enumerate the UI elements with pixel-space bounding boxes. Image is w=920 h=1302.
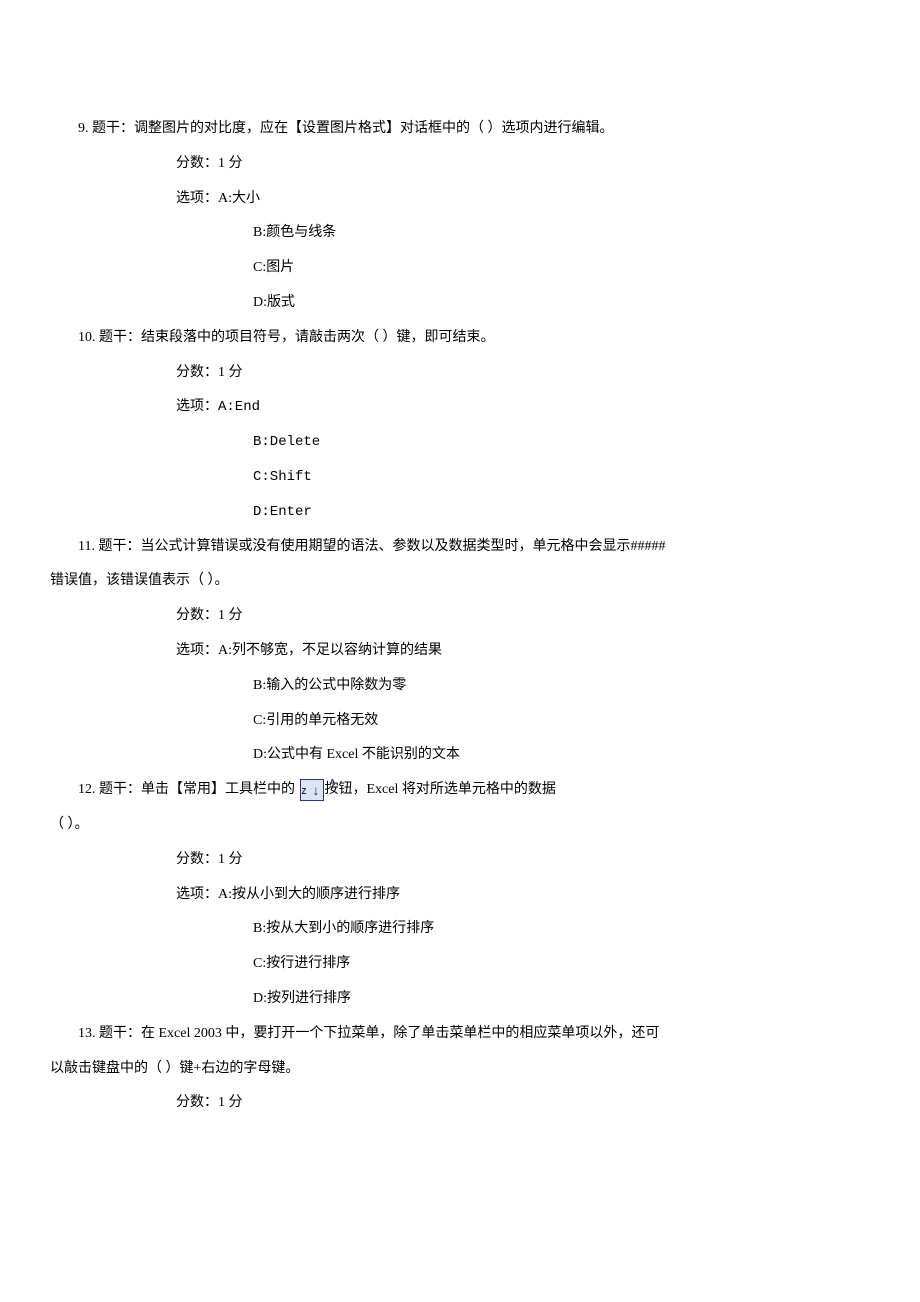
q11-score: 分数：1 分	[50, 601, 870, 632]
q9-score: 分数：1 分	[50, 149, 870, 180]
q9-opt-a: 选项：A:大小	[50, 184, 870, 215]
q11-label-score: 分数：	[176, 608, 218, 623]
q12-a: A:按从小到大的顺序进行排序	[218, 887, 400, 902]
q11-stem1: 当公式计算错误或没有使用期望的语法、参数以及数据类型时，单元格中会显示#####	[140, 539, 665, 554]
q10-opt-d: D:Enter	[50, 497, 870, 528]
q10-c: C:Shift	[253, 469, 312, 485]
q10-a: A:End	[218, 399, 260, 415]
q9-d: D:版式	[253, 295, 295, 310]
q12-stem-l2: （ ）。	[50, 810, 870, 841]
q12-opt-b: B:按从大到小的顺序进行排序	[50, 914, 870, 945]
q10-score-val: 1 分	[218, 365, 243, 380]
q11-c: C:引用的单元格无效	[253, 713, 378, 728]
q12-label-score: 分数：	[176, 852, 218, 867]
q10-opt-b: B:Delete	[50, 427, 870, 458]
q11-score-val: 1 分	[218, 608, 243, 623]
q9-label-opts: 选项：	[176, 191, 218, 206]
q11-d: D:公式中有 Excel 不能识别的文本	[253, 747, 460, 762]
q12-score: 分数：1 分	[50, 845, 870, 876]
q13-num: 13.	[78, 1026, 96, 1041]
sort-ascending-icon: AZ↓	[300, 779, 324, 801]
q10-b: B:Delete	[253, 434, 320, 450]
q11-stem-l2: 错误值，该错误值表示（ ）。	[50, 566, 870, 597]
q10-num: 10.	[78, 330, 96, 345]
q9-label-stem: 题干：	[92, 121, 134, 136]
q11-label-stem: 题干：	[98, 539, 140, 554]
q12-label-stem: 题干：	[99, 782, 141, 797]
q12-label-opts: 选项：	[176, 887, 218, 902]
q9-stem-text: 调整图片的对比度，应在【设置图片格式】对话框中的（ ）选项内进行编辑。	[134, 121, 614, 136]
q11-opt-b: B:输入的公式中除数为零	[50, 671, 870, 702]
q9-opt-d: D:版式	[50, 288, 870, 319]
q10-score: 分数：1 分	[50, 358, 870, 389]
q10-stem-text: 结束段落中的项目符号，请敲击两次（ ）键，即可结束。	[141, 330, 495, 345]
q12-num: 12.	[78, 782, 96, 797]
q9-opt-c: C:图片	[50, 253, 870, 284]
q13-stem1: 在 Excel 2003 中，要打开一个下拉菜单，除了单击菜单栏中的相应菜单项以…	[141, 1026, 659, 1041]
q11-stem2: 错误值，该错误值表示（ ）。	[50, 573, 229, 588]
q9-label-score: 分数：	[176, 156, 218, 171]
q10-label-score: 分数：	[176, 365, 218, 380]
q12-opt-d: D:按列进行排序	[50, 984, 870, 1015]
q11-num: 11.	[78, 539, 95, 554]
q12-stem-l1: 12. 题干：单击【常用】工具栏中的 AZ↓按钮，Excel 将对所选单元格中的…	[50, 775, 870, 806]
q12-b: B:按从大到小的顺序进行排序	[253, 921, 434, 936]
q12-opt-a: 选项：A:按从小到大的顺序进行排序	[50, 880, 870, 911]
q10-opt-c: C:Shift	[50, 462, 870, 493]
q9-score-val: 1 分	[218, 156, 243, 171]
q10-d: D:Enter	[253, 504, 312, 520]
q9-c: C:图片	[253, 260, 294, 275]
q13-label-score: 分数：	[176, 1095, 218, 1110]
q10-label-opts: 选项：	[176, 399, 218, 414]
q10-opt-a: 选项：A:End	[50, 392, 870, 423]
q11-a: A:列不够宽，不足以容纳计算的结果	[218, 643, 442, 658]
q9-stem: 9. 题干：调整图片的对比度，应在【设置图片格式】对话框中的（ ）选项内进行编辑…	[50, 114, 870, 145]
q11-b: B:输入的公式中除数为零	[253, 678, 406, 693]
q13-score: 分数：1 分	[50, 1088, 870, 1119]
q13-stem-l1: 13. 题干：在 Excel 2003 中，要打开一个下拉菜单，除了单击菜单栏中…	[50, 1019, 870, 1050]
q11-opt-d: D:公式中有 Excel 不能识别的文本	[50, 740, 870, 771]
q12-opt-c: C:按行进行排序	[50, 949, 870, 980]
q12-stem2: （ ）。	[50, 817, 89, 832]
q9-a: A:大小	[218, 191, 260, 206]
q12-stem-post: 按钮，Excel 将对所选单元格中的数据	[325, 782, 556, 797]
q11-stem-l1: 11. 题干：当公式计算错误或没有使用期望的语法、参数以及数据类型时，单元格中会…	[50, 532, 870, 563]
q11-label-opts: 选项：	[176, 643, 218, 658]
q13-stem-l2: 以敲击键盘中的（ ）键+右边的字母键。	[50, 1054, 870, 1085]
q12-stem-pre: 单击【常用】工具栏中的	[141, 782, 299, 797]
q10-label-stem: 题干：	[99, 330, 141, 345]
q13-score-val: 1 分	[218, 1095, 243, 1110]
q11-opt-c: C:引用的单元格无效	[50, 706, 870, 737]
q13-stem2: 以敲击键盘中的（ ）键+右边的字母键。	[50, 1061, 299, 1076]
q9-b: B:颜色与线条	[253, 225, 336, 240]
q12-score-val: 1 分	[218, 852, 243, 867]
q13-label-stem: 题干：	[99, 1026, 141, 1041]
q9-opt-b: B:颜色与线条	[50, 218, 870, 249]
q10-stem: 10. 题干：结束段落中的项目符号，请敲击两次（ ）键，即可结束。	[50, 323, 870, 354]
q11-opt-a: 选项：A:列不够宽，不足以容纳计算的结果	[50, 636, 870, 667]
q12-d: D:按列进行排序	[253, 991, 351, 1006]
q12-c: C:按行进行排序	[253, 956, 350, 971]
q9-num: 9.	[78, 121, 89, 136]
